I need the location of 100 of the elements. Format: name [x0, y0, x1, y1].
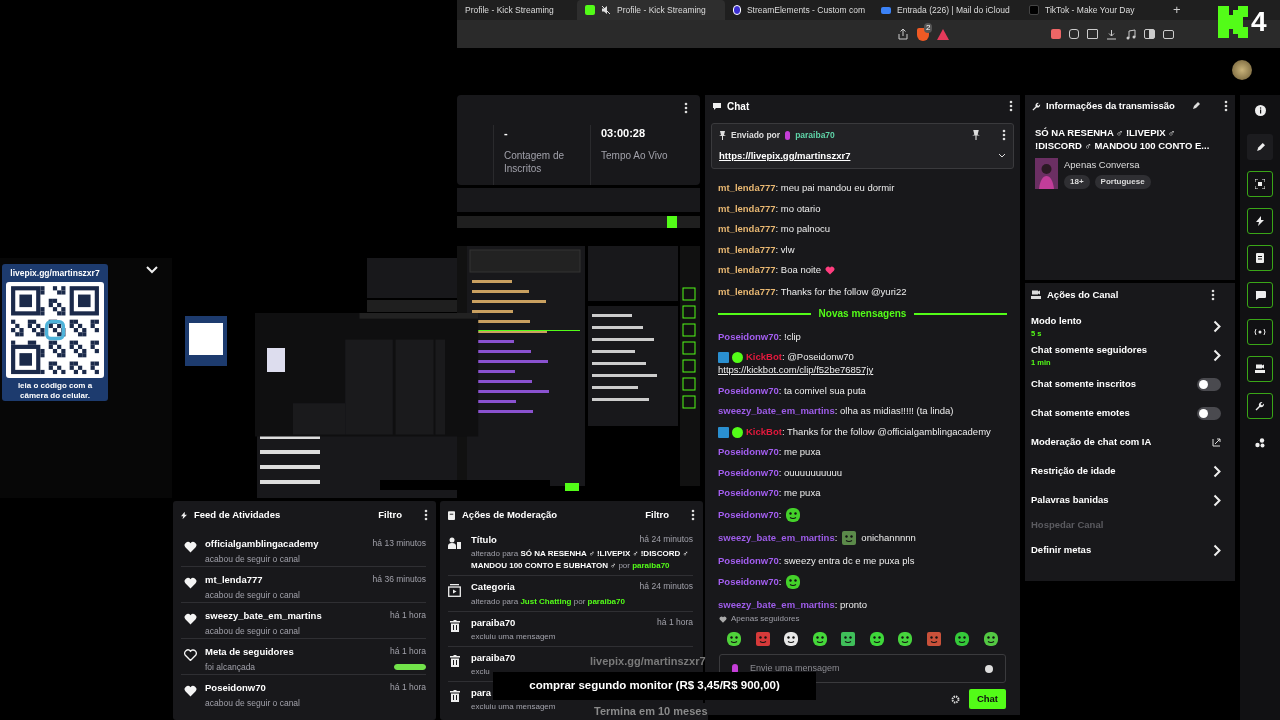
more-icon[interactable] — [1224, 100, 1228, 112]
edit-icon[interactable] — [1192, 102, 1200, 110]
avatar[interactable] — [1232, 60, 1252, 80]
toggle-switch[interactable] — [1197, 407, 1221, 420]
tag[interactable]: Portuguese — [1094, 175, 1151, 190]
new-messages-divider: Novas mensagens — [818, 307, 907, 322]
tab-favicon-icon — [733, 5, 741, 15]
extension-icon[interactable] — [1051, 29, 1061, 39]
input-placeholder: Envie uma mensagem — [750, 661, 841, 675]
chat-username[interactable]: Poseidonw70 — [718, 329, 779, 343]
emoji-icon[interactable] — [985, 664, 993, 673]
chevron-down-icon[interactable] — [998, 153, 1006, 159]
emote-icon — [841, 530, 858, 547]
chat-username[interactable]: mt_lenda777 — [718, 284, 776, 298]
more-icon[interactable] — [1009, 100, 1013, 112]
edit-icon[interactable] — [1247, 134, 1273, 160]
settings-icon[interactable] — [950, 694, 960, 704]
chat-username[interactable]: Poseidonw70 — [718, 465, 779, 479]
chevron-down-icon[interactable] — [146, 266, 158, 274]
lightning-icon[interactable] — [1247, 208, 1273, 234]
chat-username[interactable]: mt_lenda777 — [718, 201, 776, 215]
chat-text: : — [778, 507, 782, 522]
action-label: Hospedar Canal — [1031, 518, 1104, 533]
chat-username[interactable]: Poseidonw70 — [718, 507, 779, 522]
toggle-switch[interactable] — [1197, 378, 1221, 391]
chat-username[interactable]: mt_lenda777 — [718, 242, 776, 256]
chat-username[interactable]: sweezy_bate_em_martins — [718, 404, 835, 418]
download-icon[interactable] — [1106, 28, 1117, 40]
chat-username[interactable]: KickBot — [746, 425, 782, 437]
broadcast-icon[interactable] — [1247, 319, 1273, 345]
wallet-icon[interactable] — [1163, 29, 1174, 39]
scan-icon[interactable] — [1247, 171, 1273, 197]
pinned-user[interactable]: paraiba70 — [795, 129, 835, 142]
more-icon[interactable] — [684, 102, 688, 114]
category-thumbnail — [1035, 158, 1058, 189]
browser-tab[interactable]: Entrada (226) | Mail do iCloud — [873, 0, 1021, 20]
chat-username[interactable]: Poseidonw70 — [718, 383, 779, 397]
panel-title: Informações da transmissão — [1046, 98, 1175, 113]
moderation-description: alterado para Just Chatting por paraiba70 — [471, 595, 625, 608]
chat-username[interactable]: sweezy_bate_em_martins — [718, 597, 835, 611]
wrench-icon[interactable] — [1247, 393, 1273, 419]
chat-text: : pronto — [834, 597, 867, 611]
browser-tab[interactable]: TikTok - Make Your Day — [1021, 0, 1169, 20]
chevron-right-icon — [1213, 465, 1221, 478]
feed-time: há 1 hora — [390, 609, 426, 622]
category-name[interactable]: Apenas Conversa — [1064, 158, 1151, 173]
tag[interactable]: 18+ — [1064, 175, 1090, 190]
chat-bubble-icon[interactable] — [1247, 282, 1273, 308]
browser-tab[interactable]: StreamElements - Custom com — [725, 0, 873, 20]
reader-icon[interactable] — [1087, 29, 1098, 39]
browser-tab[interactable]: Profile - Kick Streaming — [577, 0, 725, 20]
chat-username[interactable]: Poseidonw70 — [718, 553, 779, 567]
chat-username[interactable]: Poseidonw70 — [718, 445, 779, 459]
chat-username[interactable]: mt_lenda777 — [718, 263, 776, 278]
heart-icon — [184, 685, 197, 697]
puzzle-icon[interactable] — [1069, 29, 1079, 39]
pin-icon[interactable] — [972, 130, 980, 141]
share-icon[interactable] — [897, 28, 909, 40]
moderation-time: há 24 minutos — [639, 580, 693, 594]
more-icon[interactable] — [691, 509, 695, 521]
chat-username[interactable]: mt_lenda777 — [718, 222, 776, 235]
chat-link[interactable]: https://kickbot.com/clip/f52be76857jy — [718, 364, 874, 376]
pinned-link[interactable]: https://livepix.gg/martinszxr7 — [719, 148, 851, 163]
heart-icon — [184, 541, 197, 553]
verified-badge-icon — [732, 426, 743, 438]
more-icon[interactable] — [424, 509, 428, 521]
browser-tab[interactable]: Profile - Kick Streaming — [457, 0, 577, 20]
chat-username[interactable]: Poseidonw70 — [718, 486, 779, 500]
tab-title: Profile - Kick Streaming — [617, 3, 706, 17]
chat-username[interactable]: Poseidonw70 — [718, 575, 779, 590]
shield-count: 2 — [924, 22, 933, 33]
send-button[interactable]: Chat — [968, 689, 1006, 709]
feed-time: há 36 minutos — [372, 573, 426, 586]
camera-desk-icon — [1031, 290, 1041, 300]
logo-number: 4 — [1251, 8, 1267, 36]
new-tab-button[interactable]: + — [1173, 0, 1181, 20]
chat-text: : ouuuuuuuuuu — [778, 465, 843, 479]
filter-button[interactable]: Filtro — [645, 507, 669, 523]
music-icon[interactable] — [1125, 28, 1136, 40]
emote-icon — [840, 631, 857, 647]
camera-desk-icon[interactable] — [1247, 356, 1273, 382]
chat-username[interactable]: KickBot — [746, 351, 782, 363]
emote-icon — [785, 574, 802, 591]
document-icon[interactable] — [1247, 245, 1273, 271]
feed-time: há 13 minutos — [372, 537, 426, 550]
overlay-url: livepix.gg/martinszxr7 — [590, 654, 706, 669]
triangle-icon[interactable] — [937, 28, 949, 40]
mail-icon — [881, 6, 891, 14]
pinned-label: Enviado por — [731, 129, 781, 142]
more-icon[interactable] — [1211, 289, 1215, 301]
stat-value: - — [504, 126, 509, 141]
chat-bubble-icon — [712, 101, 722, 111]
chat-username[interactable]: sweezy_bate_em_martins — [718, 531, 835, 546]
chat-text: onichannnnn — [861, 531, 916, 546]
sidebar-icon[interactable] — [1144, 29, 1155, 39]
tab-title: Entrada (226) | Mail do iCloud — [897, 3, 1010, 17]
video-stack-icon — [448, 584, 461, 598]
more-icon[interactable] — [1002, 129, 1006, 142]
filter-button[interactable]: Filtro — [378, 507, 402, 523]
chat-username[interactable]: mt_lenda777 — [718, 181, 776, 194]
